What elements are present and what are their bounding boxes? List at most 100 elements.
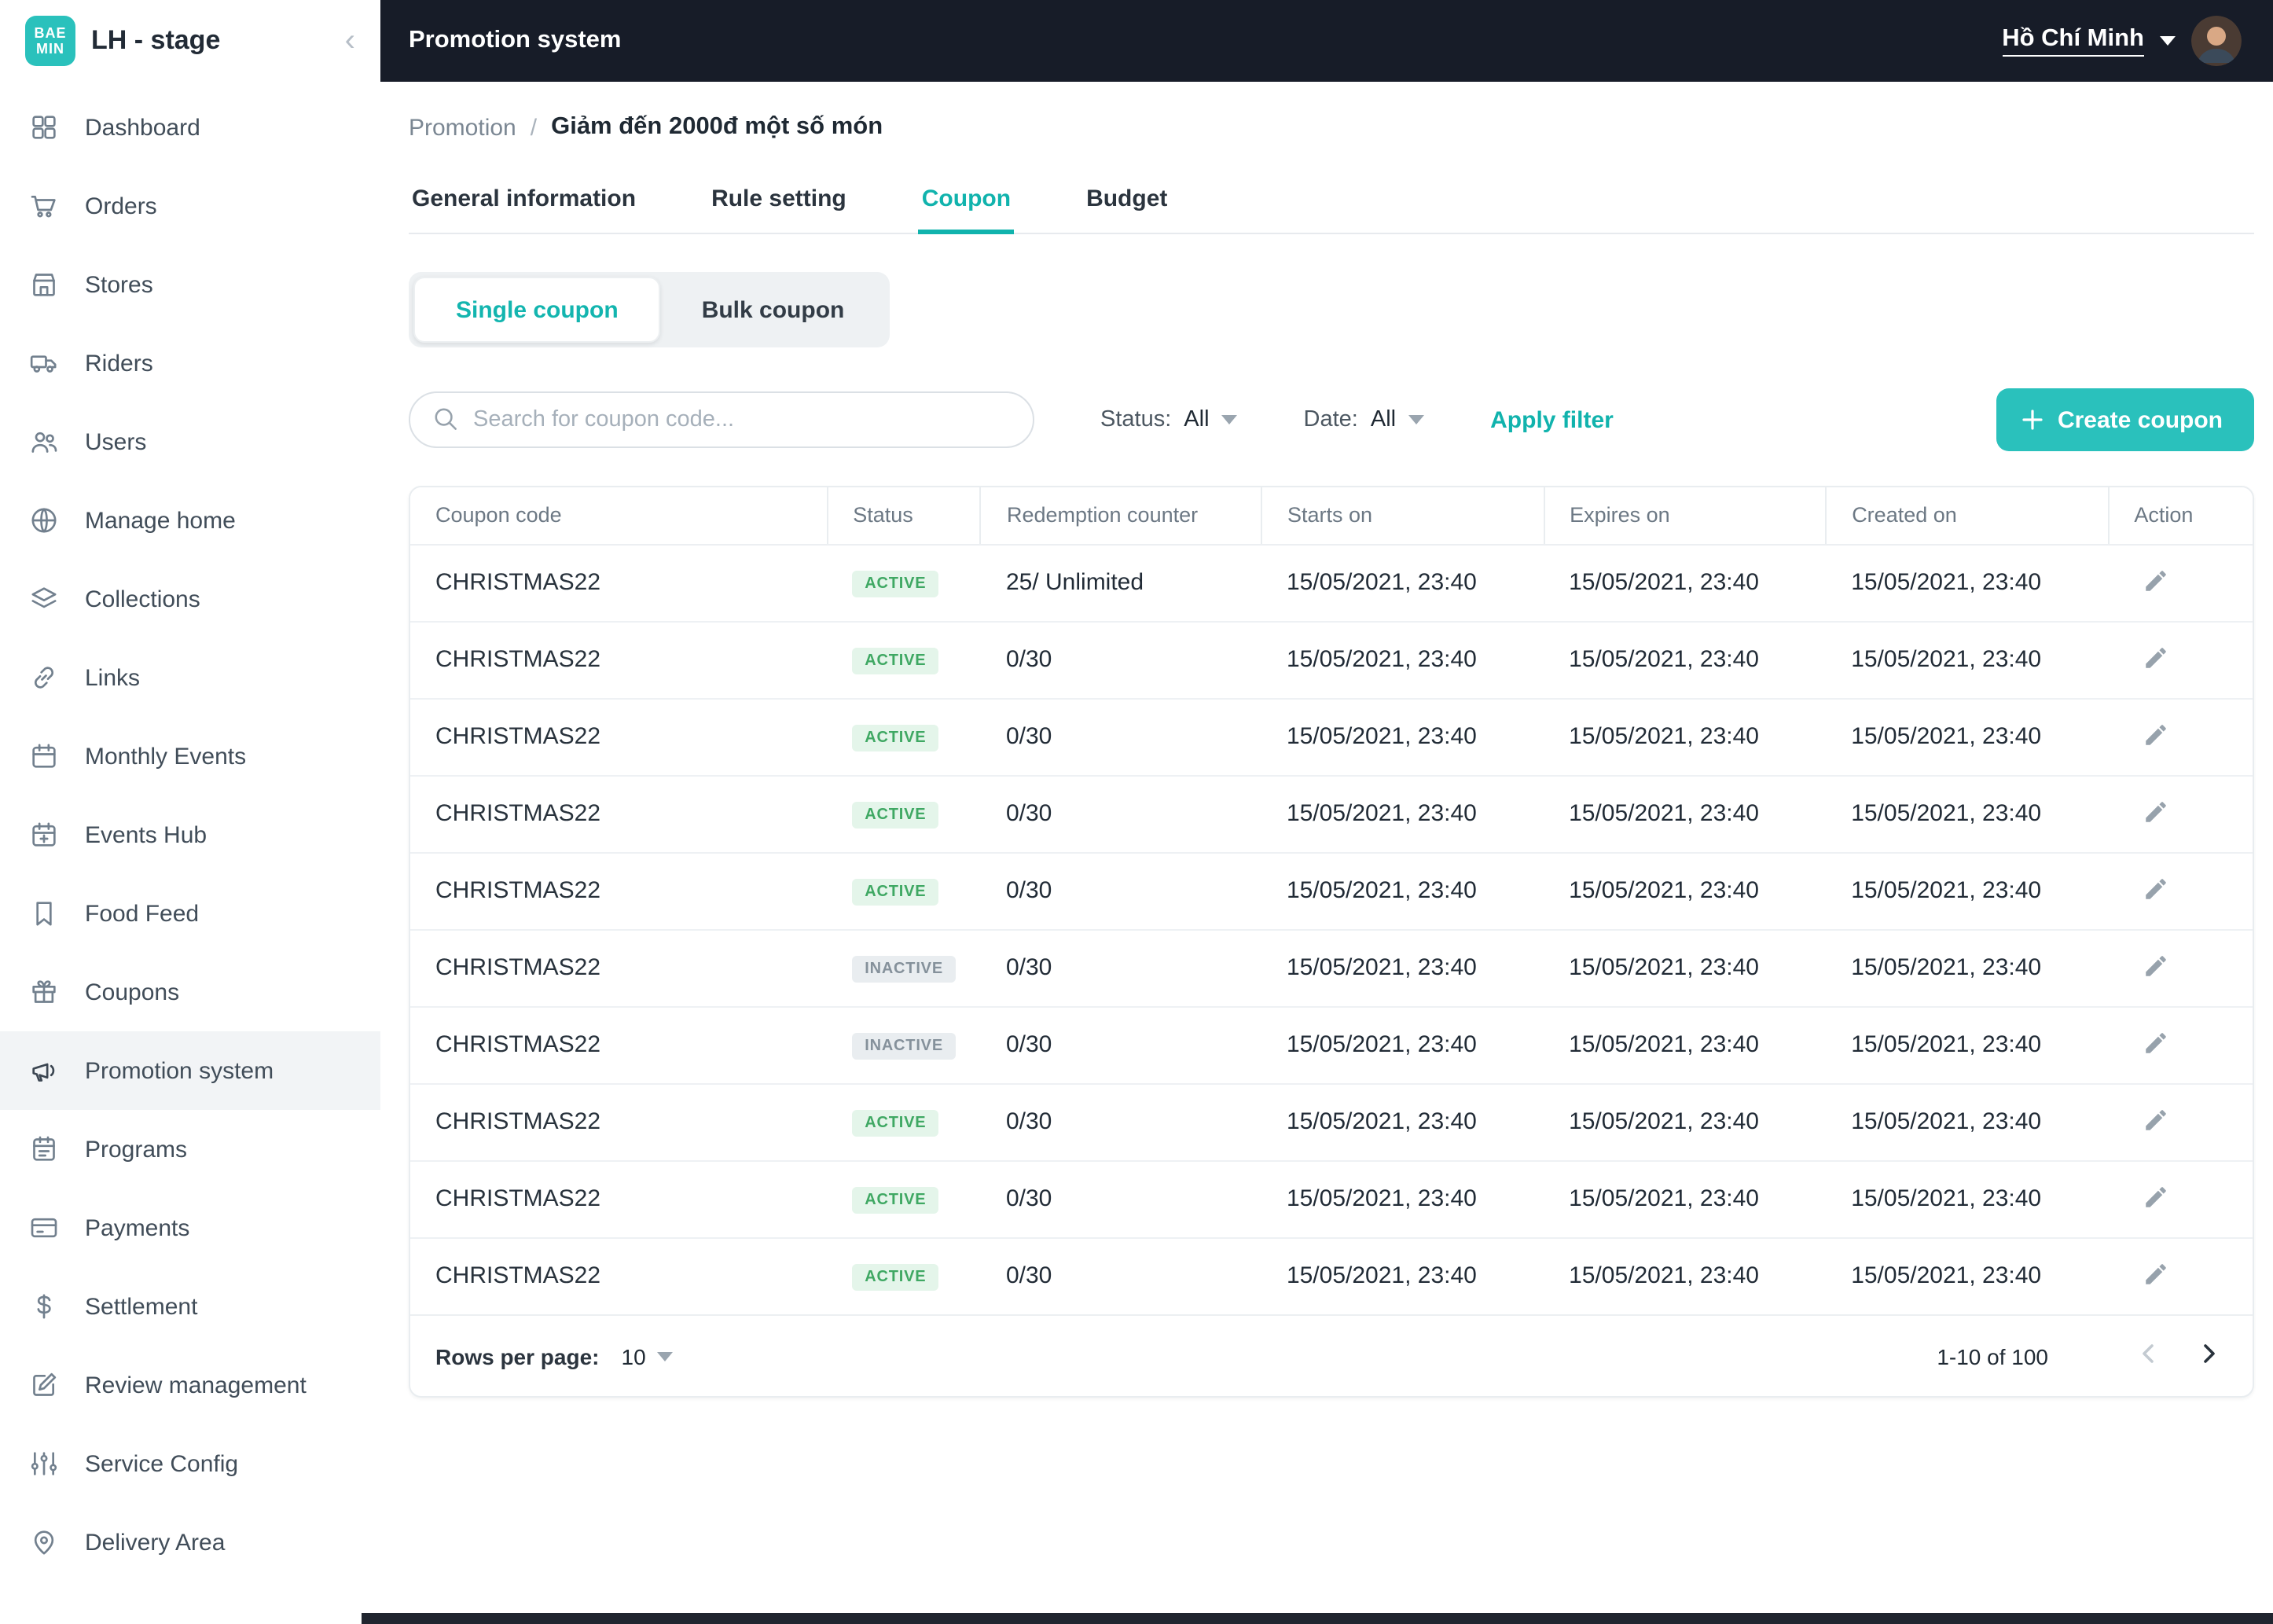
previous-page-button[interactable] [2130,1335,2168,1377]
column-header-starts-on: Starts on [1260,487,1544,545]
coupon-code-cell: CHRISTMAS22 [410,774,828,852]
sidebar-item-settlement[interactable]: Settlement [0,1267,380,1346]
coupon-type-toggle: Single coupon Bulk coupon [409,272,890,347]
sidebar-item-promotion-system[interactable]: Promotion system [0,1031,380,1110]
tab-label: Rule setting [711,186,846,212]
edit-coupon-button[interactable] [2133,1023,2179,1067]
toggle-bulk-coupon[interactable]: Bulk coupon [661,277,886,343]
status-cell: ACTIVE [827,1159,981,1237]
sidebar-item-monthly-events[interactable]: Monthly Events [0,717,380,795]
action-cell [2108,774,2253,852]
sidebar-item-stores[interactable]: Stores [0,245,380,324]
edit-coupon-button[interactable] [2133,715,2179,759]
sidebar-item-food-feed[interactable]: Food Feed [0,874,380,953]
redemption-counter-cell: 25/ Unlimited [1005,569,1144,596]
created-on-cell: 15/05/2021, 23:40 [1826,928,2109,1006]
expires-on-cell: 15/05/2021, 23:40 [1544,928,1827,1006]
sidebar-item-dashboard[interactable]: Dashboard [0,88,380,167]
sidebar-item-riders[interactable]: Riders [0,324,380,402]
status-filter-value: All [1184,407,1210,432]
create-coupon-button[interactable]: Create coupon [1996,388,2254,451]
programs-icon [33,1136,55,1161]
sidebar-item-review-management[interactable]: Review management [0,1346,380,1424]
sidebar-item-label: Payments [85,1214,190,1241]
avatar[interactable] [2191,16,2242,66]
redemption-counter-cell: 0/30 [980,1236,1261,1314]
edit-coupon-button[interactable] [2133,1100,2179,1144]
food-feed-icon [36,902,52,926]
edit-coupon-button[interactable] [2133,869,2179,913]
table-row: CHRISTMAS22 ACTIVE 0/30 15/05/2021, 23:40 15… [410,1082,2253,1160]
toggle-single-coupon[interactable]: Single coupon [413,277,661,343]
tab-budget[interactable]: Budget [1083,167,1170,233]
tabs-row: General information Rule setting Coupon Bud… [409,167,2254,234]
created-on-cell: 15/05/2021, 23:40 [1826,1005,2109,1083]
edit-coupon-button[interactable] [2133,946,2179,990]
column-header-status: Status [826,487,981,545]
expires-on-cell: 15/05/2021, 23:40 [1544,1082,1827,1160]
edit-coupon-button[interactable] [2133,1177,2179,1221]
city-selector[interactable]: Hồ Chí Minh [2002,25,2144,57]
status-cell: ACTIVE [827,620,981,698]
pencil-icon [2146,878,2167,898]
rows-per-page-value: 10 [621,1343,646,1369]
coupon-code-cell: CHRISTMAS22 [435,569,601,596]
tab-general-information[interactable]: General information [409,167,639,233]
tab-coupon[interactable]: Coupon [918,167,1014,234]
edit-coupon-button[interactable] [2133,1255,2179,1299]
sidebar-item-label: Service Config [85,1450,239,1477]
created-on-cell: 15/05/2021, 23:40 [1826,1236,2109,1314]
sidebar-item-collections[interactable]: Collections [0,560,380,638]
breadcrumb-parent[interactable]: Promotion [409,114,516,141]
status-badge: ACTIVE [852,571,939,597]
sidebar-collapse-button[interactable]: ‹ [339,25,362,57]
next-page-button[interactable] [2190,1335,2227,1377]
action-cell [2108,544,2253,621]
sidebar-item-label: Monthly Events [85,743,247,770]
action-cell [2108,1005,2253,1083]
sidebar-item-label: Coupons [85,979,180,1005]
coupon-code-cell: CHRISTMAS22 [410,928,828,1006]
sidebar-item-coupons[interactable]: Coupons [0,953,380,1031]
status-badge: ACTIVE [852,648,939,674]
breadcrumb-separator: / [530,114,538,141]
sidebar-item-manage-home[interactable]: Manage home [0,481,380,560]
sidebar-item-service-config[interactable]: Service Config [0,1424,380,1503]
tab-label: Coupon [921,186,1012,212]
sidebar-item-delivery-area[interactable]: Delivery Area [0,1503,380,1582]
users-icon [31,432,57,453]
starts-on-cell: 15/05/2021, 23:40 [1261,620,1544,698]
chevron-left-icon [2143,1344,2154,1363]
edit-coupon-button[interactable] [2133,560,2179,604]
table-row: CHRISTMAS22 INACTIVE 0/30 15/05/2021, 23:40… [410,1005,2253,1083]
sidebar-item-events-hub[interactable]: Events Hub [0,795,380,874]
review-management-icon [33,1372,57,1396]
edit-coupon-button[interactable] [2133,792,2179,836]
sidebar-item-label: Stores [85,271,153,298]
date-filter[interactable]: Date: All [1304,407,1425,432]
coupons-icon [32,980,56,1003]
apply-filter-button[interactable]: Apply filter [1490,406,1614,433]
sidebar-item-orders[interactable]: Orders [0,167,380,245]
date-filter-label: Date: [1303,407,1358,432]
expires-on-cell: 15/05/2021, 23:40 [1544,620,1827,698]
sidebar-item-label: Riders [85,350,153,377]
status-badge: INACTIVE [852,1033,956,1060]
toggle-label: Single coupon [456,296,619,323]
rows-per-page-select[interactable]: 10 [622,1343,673,1369]
search-icon [435,408,457,430]
payments-icon [31,1218,57,1238]
sidebar-item-label: Dashboard [85,114,200,141]
status-filter[interactable]: Status: All [1100,407,1238,432]
sidebar-item-links[interactable]: Links [0,638,380,717]
edit-coupon-button[interactable] [2133,637,2179,682]
sidebar-item-users[interactable]: Users [0,402,380,481]
search-input[interactable] [409,391,1034,448]
sidebar: BAE MIN LH - stage ‹ Dashboard Orders Stor… [0,0,380,1624]
sidebar-item-programs[interactable]: Programs [0,1110,380,1189]
sidebar-item-payments[interactable]: Payments [0,1189,380,1267]
status-cell: ACTIVE [827,851,981,929]
tab-rule-setting[interactable]: Rule setting [708,167,850,233]
sidebar-item-label: Settlement [85,1293,198,1320]
table-footer: Rows per page: 10 1-10 of 100 [410,1314,2253,1396]
